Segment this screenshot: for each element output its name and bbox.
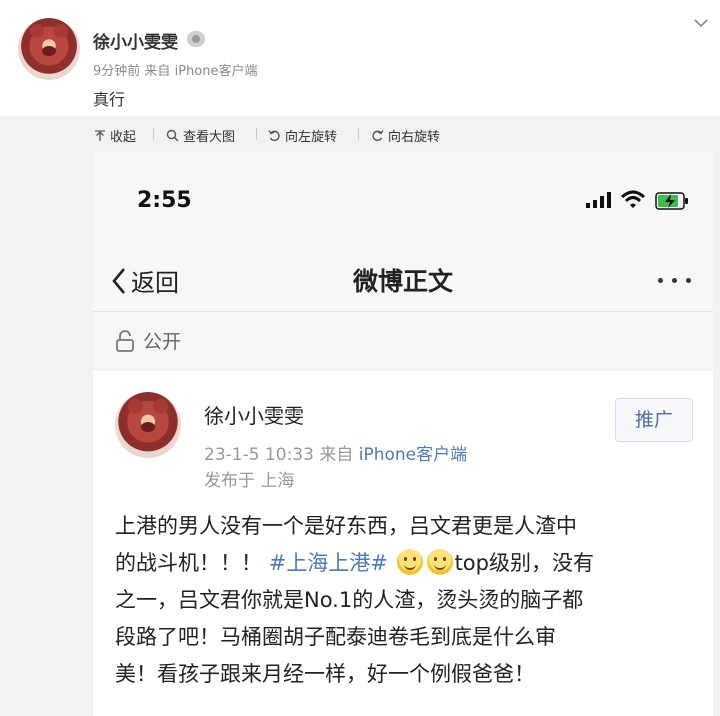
visibility-row: 公开	[93, 312, 713, 370]
weibo-card: 徐小小雯雯 23-1-5 10:33 来自 iPhone客户端 发布于 上海 推…	[93, 370, 713, 716]
member-badge-icon[interactable]	[187, 31, 205, 47]
source-prefix: 来自	[144, 64, 171, 79]
chevron-down-icon[interactable]	[692, 14, 710, 32]
collapse-arrow-icon	[95, 129, 105, 141]
text-line: 上港的男人没有一个是好东西，吕文君更是人渣中	[115, 514, 577, 538]
visibility-label: 公开	[143, 331, 182, 353]
author-name[interactable]: 徐小小雯雯	[93, 28, 178, 53]
smile-emoji-icon	[396, 549, 423, 575]
status-time: 2:55	[137, 188, 192, 213]
text-line: 之一，吕文君你就是No.1的人渣，烫头烫的脑子都	[115, 588, 584, 612]
promote-button[interactable]: 推广	[615, 398, 693, 442]
more-options-icon[interactable]	[658, 278, 691, 283]
search-icon	[166, 129, 179, 142]
card-source-prefix: 来自	[319, 445, 354, 465]
wifi-icon	[621, 190, 645, 208]
collapse-button[interactable]: 收起	[94, 126, 136, 145]
view-large-label: 查看大图	[183, 130, 236, 145]
rotate-left-button[interactable]: 向左旋转	[268, 126, 337, 145]
rotate-left-icon	[268, 130, 280, 142]
post-header: 徐小小雯雯 9分钟前 来自 iPhone客户端 真行	[0, 0, 720, 116]
text-line: 的战斗机！！！ #上海上港# top级别，没有	[115, 545, 695, 582]
image-background-right	[713, 152, 720, 716]
text-segment: top级别，没有	[454, 551, 594, 575]
card-location: 发布于 上海	[204, 471, 295, 491]
post-text: 真行	[93, 90, 126, 109]
phone-status-bar: 2:55	[93, 152, 713, 247]
attached-screenshot[interactable]: 2:55 返回 微博正文 公开 徐小小雯雯 23-1-5 10:33 来自 iP…	[93, 152, 713, 716]
smile-emoji-icon	[426, 549, 453, 575]
lock-open-icon	[116, 329, 134, 352]
card-date: 23-1-5 10:33	[204, 445, 314, 465]
post-source: iPhone客户端	[174, 64, 258, 79]
rotate-right-icon	[372, 130, 384, 142]
phone-nav-bar: 返回 微博正文	[93, 247, 713, 312]
view-large-button[interactable]: 查看大图	[166, 126, 235, 145]
topic-link[interactable]: #上海上港#	[269, 551, 388, 575]
post-time[interactable]: 9分钟前	[93, 64, 140, 79]
text-segment: 的战斗机！！！	[115, 551, 262, 575]
text-line: 段路了吧！马桶圈胡子配泰迪卷毛到底是什么审	[115, 625, 556, 649]
post-meta: 9分钟前 来自 iPhone客户端	[93, 60, 257, 79]
card-author-name[interactable]: 徐小小雯雯	[204, 400, 304, 429]
image-toolbar: 收起 查看大图 向左旋转 向右旋转	[0, 116, 720, 152]
page-title: 微博正文	[352, 267, 453, 296]
rotate-left-label: 向左旋转	[285, 130, 338, 145]
battery-charging-icon	[655, 192, 688, 210]
rotate-right-label: 向右旋转	[388, 130, 441, 145]
collapse-label: 收起	[110, 130, 137, 145]
card-meta: 23-1-5 10:33 来自 iPhone客户端	[204, 440, 467, 465]
avatar[interactable]	[18, 18, 80, 80]
card-avatar[interactable]	[115, 392, 181, 458]
signal-icon	[586, 192, 611, 208]
rotate-right-button[interactable]: 向右旋转	[371, 126, 440, 145]
image-background-left	[0, 152, 93, 716]
card-body-text: 上港的男人没有一个是好东西，吕文君更是人渣中 的战斗机！！！ #上海上港# to…	[115, 508, 695, 693]
text-line: 美！看孩子跟来月经一样，好一个例假爸爸！	[115, 662, 535, 686]
card-source: iPhone客户端	[358, 445, 468, 465]
